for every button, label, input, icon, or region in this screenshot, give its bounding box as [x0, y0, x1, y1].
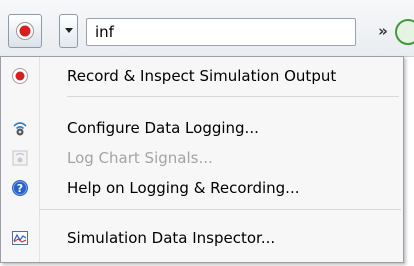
- menu-item-record-inspect[interactable]: Record & Inspect Simulation Output: [3, 61, 401, 91]
- run-icon[interactable]: [395, 19, 414, 45]
- menu-item-label: Help on Logging & Recording...: [67, 179, 300, 197]
- menu-separator: [39, 209, 401, 210]
- record-icon: [11, 67, 29, 85]
- menu-separator: [67, 96, 399, 97]
- chevron-down-icon: [64, 28, 73, 33]
- help-icon: ?: [11, 179, 29, 197]
- toolbar-overflow-button[interactable]: »: [373, 20, 393, 42]
- log-chart-signals-icon: [11, 149, 29, 167]
- stop-time-input[interactable]: [86, 18, 356, 46]
- simulation-data-inspector-icon: [11, 229, 29, 247]
- svg-text:?: ?: [17, 182, 23, 195]
- menu-item-label: Record & Inspect Simulation Output: [67, 67, 337, 85]
- record-button[interactable]: [8, 14, 42, 48]
- menu-item-simulation-data-inspector[interactable]: Simulation Data Inspector...: [3, 223, 401, 253]
- menu-item-label: Log Chart Signals...: [67, 149, 213, 167]
- menu-item-help-logging-recording[interactable]: ? Help on Logging & Recording...: [3, 173, 401, 203]
- record-dropdown-button[interactable]: [59, 14, 78, 48]
- menu-item-label: Simulation Data Inspector...: [67, 229, 276, 247]
- menu-item-configure-data-logging[interactable]: Configure Data Logging...: [3, 113, 401, 143]
- menu-item-label: Configure Data Logging...: [67, 119, 259, 137]
- simulation-toolbar: »: [0, 0, 414, 57]
- record-icon: [16, 22, 34, 40]
- data-logging-icon: [11, 119, 29, 137]
- menu-item-log-chart-signals[interactable]: Log Chart Signals...: [3, 143, 401, 173]
- record-dropdown-menu: Record & Inspect Simulation Output Confi…: [0, 56, 404, 263]
